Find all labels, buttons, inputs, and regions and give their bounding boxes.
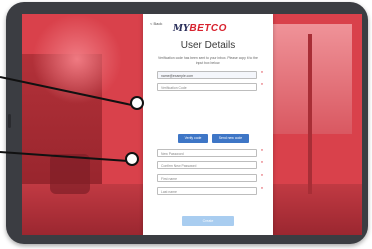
background-pole [308,34,312,194]
required-marker: * [261,174,263,180]
logo-prefix: MY [173,24,190,34]
required-marker: * [261,161,263,167]
user-details-panel: < Back MY BETCO User Details Verificatio… [143,14,273,235]
instructions-text: Verification code has been sent to your … [158,56,258,65]
email-field[interactable]: name@example.com [157,71,257,79]
back-link[interactable]: < Back [150,21,162,26]
verify-code-button[interactable]: Verify code [178,134,208,143]
mybetco-logo: MY BETCO [173,23,227,37]
tablet-device: < Back MY BETCO User Details Verificatio… [6,2,368,244]
background-light [32,14,122,104]
required-marker: * [261,83,263,89]
first-name-input[interactable]: First name [157,174,257,182]
callout-ring-password [125,152,139,166]
background-window [272,24,352,134]
confirm-password-input[interactable]: Confirm New Password [157,161,257,169]
submit-button[interactable]: Create [182,216,234,226]
required-marker: * [261,149,263,155]
required-marker: * [261,187,263,193]
required-marker: * [261,71,263,77]
new-password-input[interactable]: New Password [157,149,257,157]
tablet-screen: < Back MY BETCO User Details Verificatio… [22,14,362,235]
background-cart [50,154,90,194]
callout-ring-verification [130,96,144,110]
last-name-input[interactable]: Last name [157,187,257,195]
send-new-code-button[interactable]: Send new code [212,134,249,143]
page-title: User Details [180,40,236,51]
tablet-side-button [8,114,11,128]
verification-code-input[interactable]: Verification Code [157,83,257,91]
logo-brand: BETCO [189,23,227,34]
